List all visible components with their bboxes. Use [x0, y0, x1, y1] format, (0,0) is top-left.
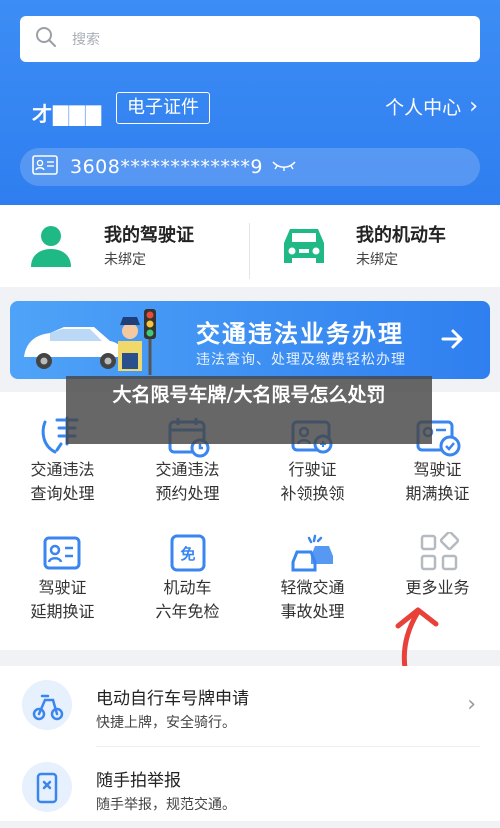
- svg-text:免: 免: [180, 545, 195, 563]
- user-bar: 才▇▇▇ 电子证件 个人中心 ›: [0, 90, 500, 126]
- grid-label-line1: 行驶证: [288, 460, 337, 479]
- list-item-subtitle: 快捷上牌，安全骑行。: [96, 715, 236, 731]
- license-extend-icon: [0, 532, 125, 576]
- grid-item-six-year-exempt[interactable]: 免 机动车 六年免检: [125, 532, 250, 624]
- my-vehicle-card[interactable]: 我的机动车 未绑定: [250, 205, 500, 287]
- divider: [96, 746, 480, 747]
- banner-subtitle: 违法查询、处理及缴费轻松办理: [196, 352, 406, 368]
- grid-label-line1: 驾驶证: [38, 578, 87, 597]
- search-placeholder[interactable]: 搜索: [72, 29, 100, 49]
- search-bar[interactable]: 搜索: [20, 16, 480, 62]
- arrow-right-icon: [440, 327, 464, 355]
- list-item-title: 随手拍举报: [96, 771, 181, 791]
- person-icon: [28, 223, 74, 269]
- grid-label-line1: 交通违法: [30, 460, 95, 479]
- grid-label-line2: 事故处理: [280, 602, 345, 621]
- feature-list: 电动自行车号牌申请 快捷上牌，安全骑行。 › 随手拍举报 随手举报，规范交通。: [0, 666, 500, 821]
- phone-report-icon: [22, 762, 72, 812]
- electronic-certificate-button[interactable]: 电子证件: [116, 92, 210, 124]
- grid-label-line2: 延期换证: [30, 602, 95, 621]
- list-item-ebike-plate[interactable]: 电动自行车号牌申请 快捷上牌，安全骑行。 ›: [0, 666, 500, 747]
- id-card-icon: [32, 155, 58, 179]
- card-status: 未绑定: [356, 252, 398, 268]
- overlay-caption: 大名限号车牌/大名限号怎么处罚: [66, 376, 432, 444]
- binding-cards: 我的驾驶证 未绑定 我的机动车 未绑定: [0, 205, 500, 287]
- grid-item-license-extend[interactable]: 驾驶证 延期换证: [0, 532, 125, 624]
- list-item-subtitle: 随手举报，规范交通。: [96, 797, 236, 813]
- grid-label-line2: 期满换证: [405, 484, 470, 503]
- grid-label-line1: 驾驶证: [413, 460, 462, 479]
- grid-label-line2: 补领换领: [280, 484, 345, 503]
- grid-item-more-services[interactable]: 更多业务: [375, 532, 500, 600]
- ebike-icon: [22, 680, 72, 730]
- header: 搜索 才▇▇▇ 电子证件 个人中心 › 3608*************9: [0, 0, 500, 205]
- more-grid-icon: [375, 532, 500, 576]
- grid-label-line2: 查询处理: [30, 484, 95, 503]
- grid-label-line1: 机动车: [163, 578, 212, 597]
- accident-icon: [250, 532, 375, 576]
- personal-center-link[interactable]: 个人中心 ›: [385, 93, 478, 120]
- id-number-bar: 3608*************9: [20, 148, 480, 186]
- grid-label-line1: 交通违法: [155, 460, 220, 479]
- card-title: 我的机动车: [356, 225, 446, 246]
- chevron-right-icon: ›: [467, 692, 476, 717]
- search-icon: [34, 25, 58, 53]
- user-name: 才▇▇▇: [32, 102, 103, 126]
- list-item-title: 电动自行车号牌申请: [96, 689, 249, 709]
- banner-illustration: [24, 309, 156, 375]
- traffic-violation-banner[interactable]: 交通违法业务办理 违法查询、处理及缴费轻松办理: [10, 301, 490, 379]
- list-item-report[interactable]: 随手拍举报 随手举报，规范交通。: [0, 748, 500, 828]
- chevron-right-icon: ›: [469, 94, 478, 119]
- grid-label-line2: 预约处理: [155, 484, 220, 503]
- card-title: 我的驾驶证: [104, 225, 194, 246]
- my-driving-license-card[interactable]: 我的驾驶证 未绑定: [0, 205, 250, 287]
- car-icon: [278, 223, 324, 269]
- card-status: 未绑定: [104, 252, 146, 268]
- exempt-icon: 免: [125, 532, 250, 576]
- id-number: 3608*************9: [70, 156, 263, 178]
- grid-item-minor-accident[interactable]: 轻微交通 事故处理: [250, 532, 375, 624]
- eye-hidden-icon[interactable]: [271, 158, 297, 177]
- banner-title: 交通违法业务办理: [196, 320, 404, 348]
- personal-center-label: 个人中心: [385, 97, 462, 119]
- grid-label-line1: 轻微交通: [280, 578, 345, 597]
- grid-label-line2: 六年免检: [155, 602, 220, 621]
